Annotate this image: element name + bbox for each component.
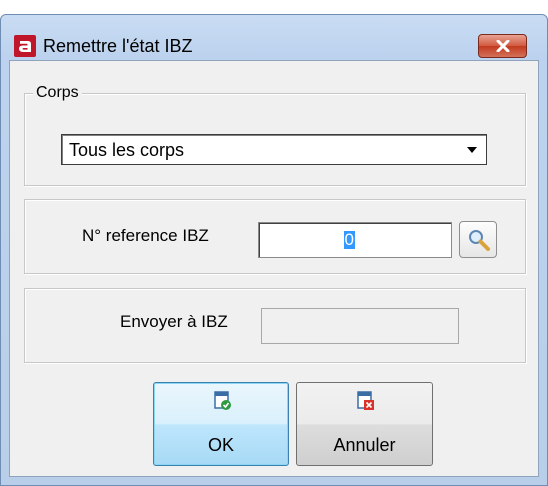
close-icon <box>496 40 510 52</box>
corps-group: Corps Tous les corps <box>24 83 526 186</box>
document-delete-icon <box>357 391 374 410</box>
send-label: Envoyer à IBZ <box>120 312 228 331</box>
dialog-window: Remettre l'état IBZ Corps Tous les corps… <box>0 14 548 486</box>
cancel-button[interactable]: Annuler <box>296 382 433 466</box>
title-bar[interactable]: Remettre l'état IBZ <box>1 15 547 59</box>
corps-select[interactable]: Tous les corps <box>61 134 487 165</box>
window-title: Remettre l'état IBZ <box>43 36 193 56</box>
close-button[interactable] <box>478 34 527 58</box>
ok-label: OK <box>207 435 234 455</box>
app-logo-icon <box>14 35 36 57</box>
document-check-icon <box>214 391 231 410</box>
corps-legend: Corps <box>33 83 82 103</box>
cancel-label: Annuler <box>333 435 396 455</box>
reference-label: N° reference IBZ <box>82 226 209 245</box>
reference-input[interactable]: 0 <box>258 222 452 258</box>
chevron-down-icon <box>467 147 477 153</box>
search-button[interactable] <box>459 221 497 258</box>
ok-button[interactable]: OK <box>153 382 289 466</box>
corps-select-value: Tous les corps <box>69 140 185 160</box>
magnifier-icon <box>469 230 490 251</box>
send-input[interactable] <box>261 308 459 344</box>
reference-input-value: 0 <box>343 230 355 249</box>
